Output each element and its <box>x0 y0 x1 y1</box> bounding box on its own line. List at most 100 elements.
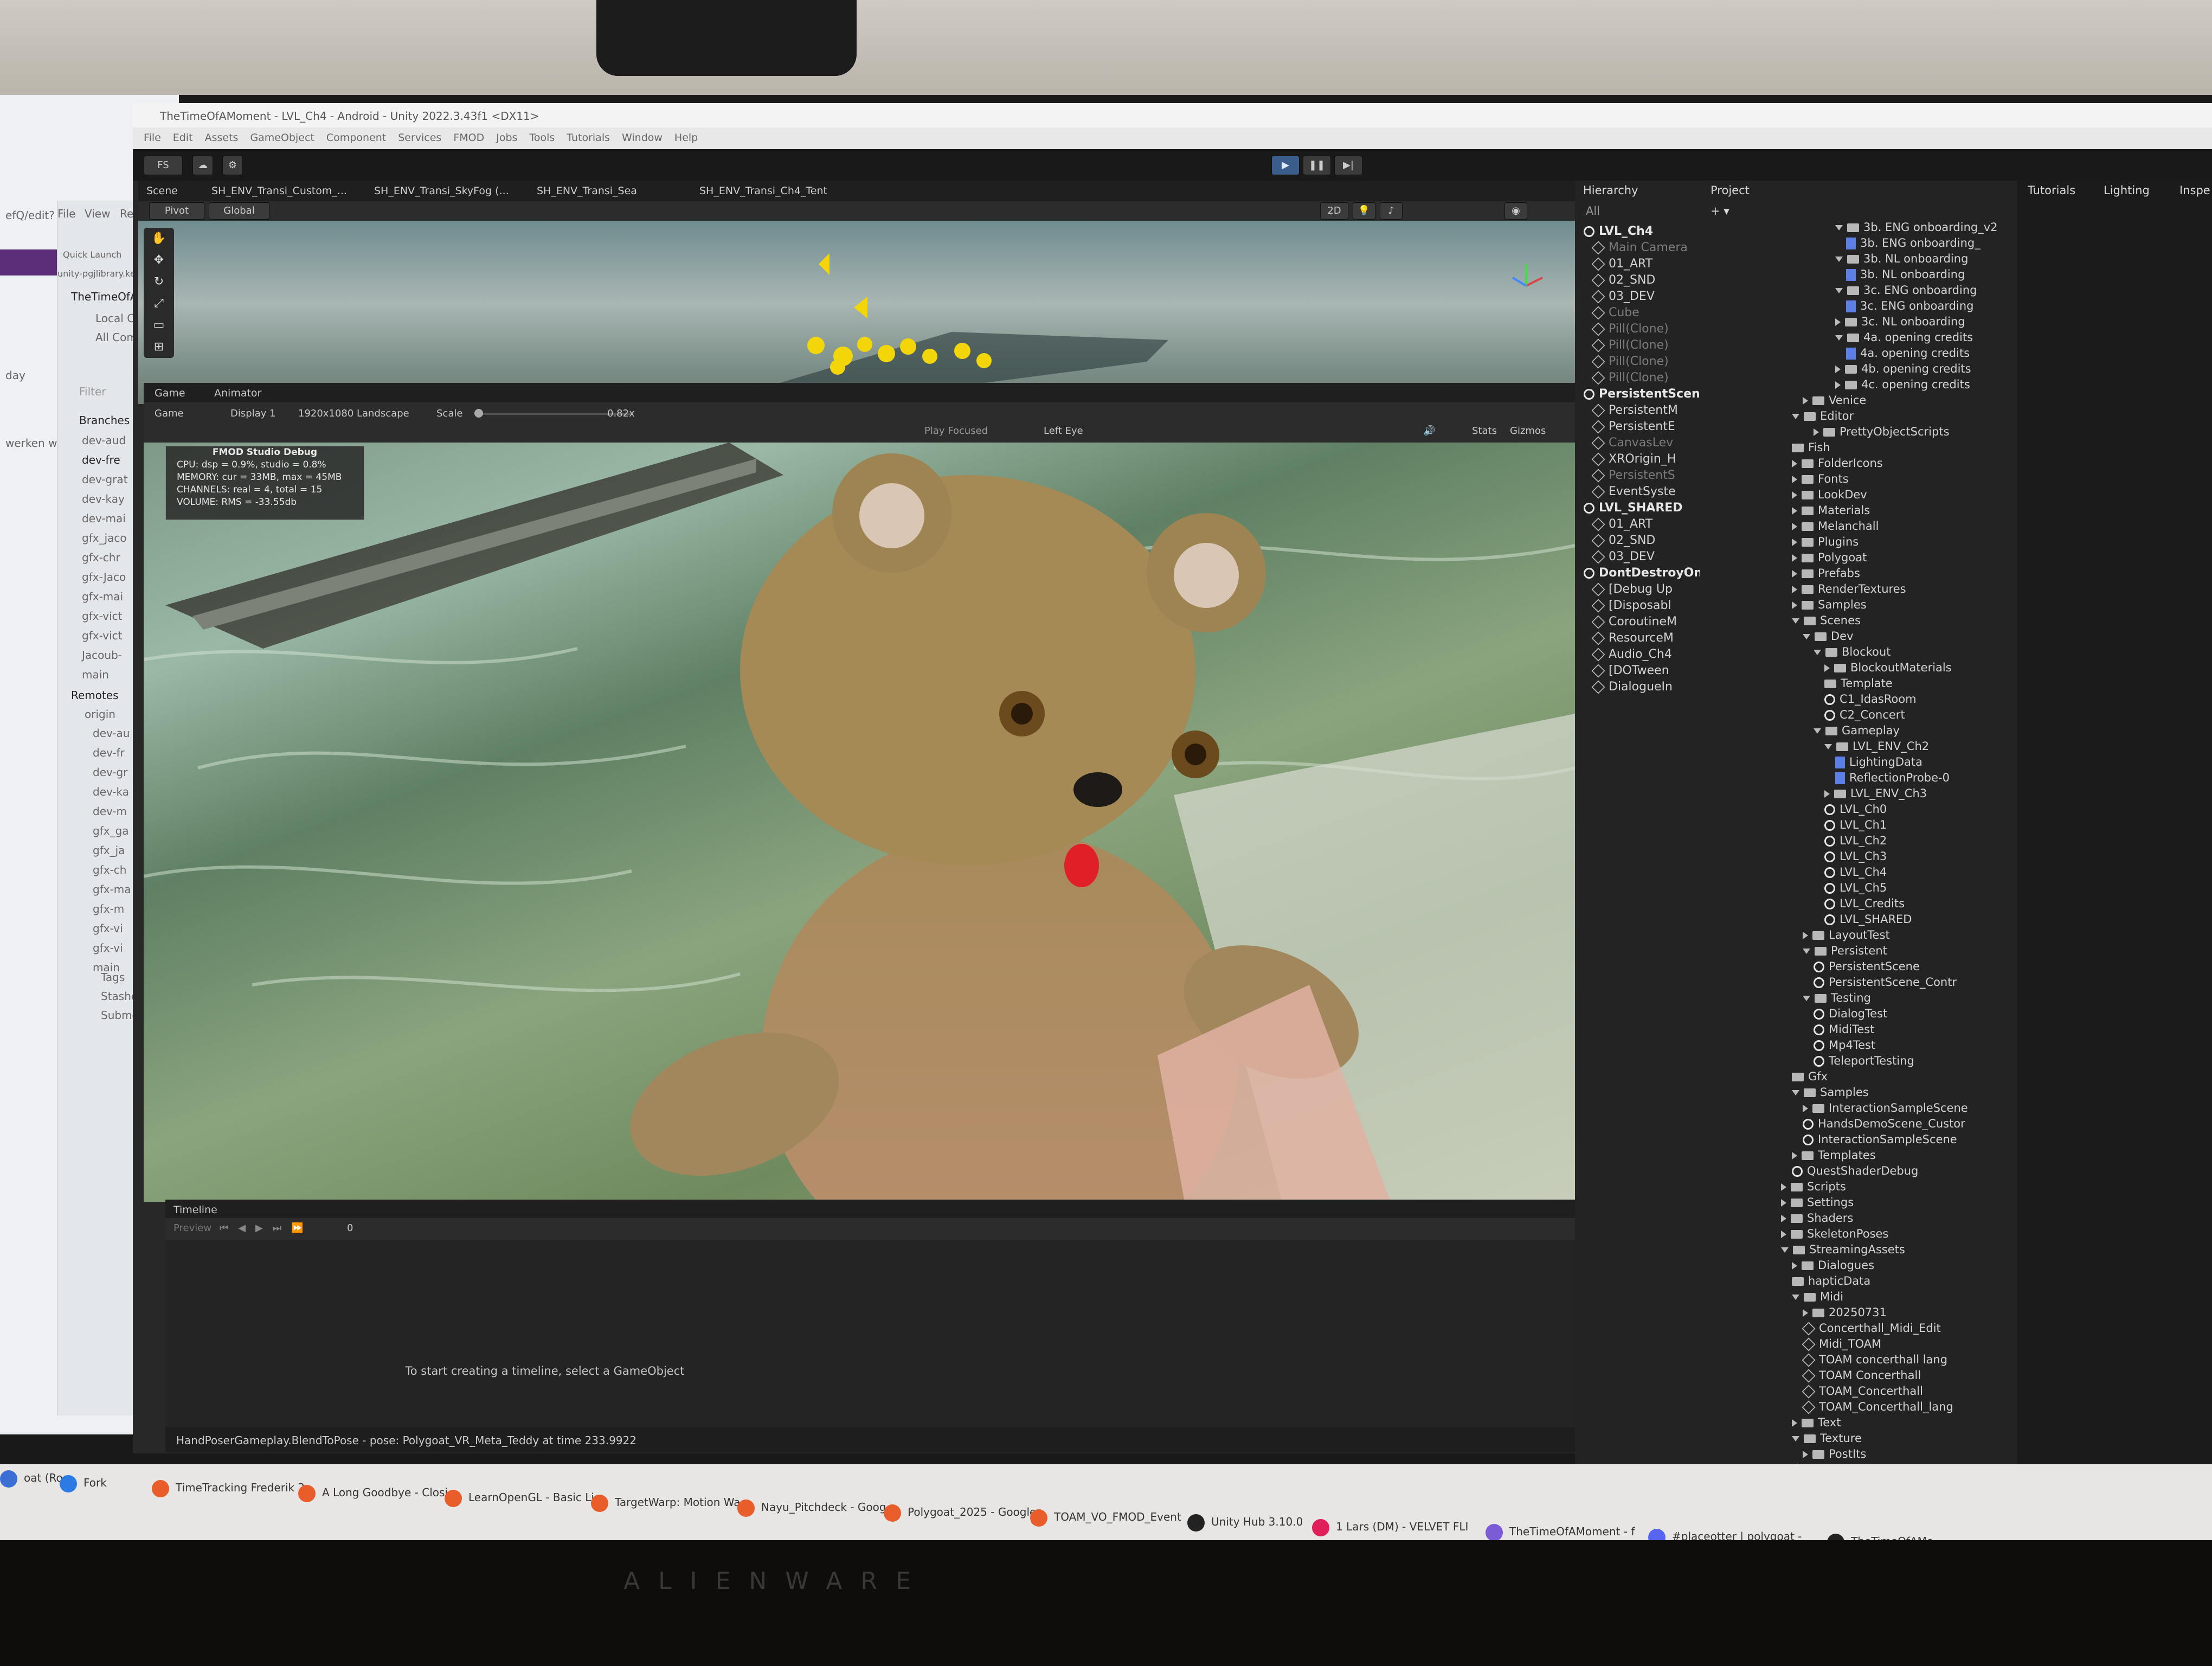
fork-remote-branch-item[interactable]: dev-m <box>93 805 127 818</box>
project-item[interactable]: LVL_Ch5 <box>1824 880 1887 895</box>
project-item[interactable]: LVL_Ch4 <box>1824 864 1887 880</box>
fork-remote-origin[interactable]: origin <box>85 708 115 721</box>
hierarchy-object-item[interactable]: Pill(Clone) <box>1591 338 1669 353</box>
project-item[interactable]: LookDev <box>1792 487 1867 502</box>
project-item[interactable]: Settings <box>1781 1195 1854 1210</box>
hierarchy-object-item[interactable]: Main Camera <box>1591 240 1688 255</box>
collapsed-arrow-icon[interactable] <box>1803 1309 1808 1317</box>
expand-arrow-icon[interactable] <box>1835 225 1843 230</box>
hierarchy-object-item[interactable]: [DOTween <box>1591 663 1669 678</box>
fork-tags[interactable]: Tags <box>101 971 125 984</box>
hierarchy-object-item[interactable]: Pill(Clone) <box>1591 370 1669 386</box>
fork-remote-branch-item[interactable]: dev-au <box>93 727 130 740</box>
expand-arrow-icon[interactable] <box>1781 1247 1789 1253</box>
fork-branch-item[interactable]: dev-fre <box>82 453 120 466</box>
pivot-dropdown[interactable]: Pivot <box>149 202 204 220</box>
scene-tab[interactable]: SH_ENV_Transi_SkyFog (... <box>374 181 509 201</box>
project-item[interactable]: 3b. NL onboarding <box>1846 267 1965 282</box>
collapsed-arrow-icon[interactable] <box>1803 397 1808 405</box>
collapsed-arrow-icon[interactable] <box>1803 1451 1808 1458</box>
scene-tab[interactable]: SH_ENV_Transi_Sea <box>537 181 637 201</box>
menu-item-file[interactable]: File <box>144 132 161 144</box>
hierarchy-object-item[interactable]: 02_SND <box>1591 533 1655 548</box>
project-item[interactable]: RenderTextures <box>1792 581 1906 597</box>
project-item[interactable]: 3c. ENG onboarding <box>1835 283 1977 298</box>
menu-item-tutorials[interactable]: Tutorials <box>567 132 610 144</box>
timeline-preview-button[interactable]: Preview <box>173 1222 211 1234</box>
project-item[interactable]: 3c. ENG onboarding <box>1846 298 1973 313</box>
project-item[interactable]: Materials <box>1792 503 1870 518</box>
taskbar-item[interactable]: Nayu_Pitchdeck - Goog <box>737 1494 886 1521</box>
hierarchy-object-item[interactable]: DialogueIn <box>1591 680 1673 695</box>
hierarchy-scene-item[interactable]: PersistentScene <box>1584 387 1700 402</box>
project-item[interactable]: Fonts <box>1792 471 1849 486</box>
menu-item-help[interactable]: Help <box>674 132 698 144</box>
collapsed-arrow-icon[interactable] <box>1792 1152 1797 1159</box>
step-button[interactable]: ▶| <box>1334 156 1362 175</box>
fork-branch-item[interactable]: dev-grat <box>82 473 128 486</box>
hierarchy-object-item[interactable]: 03_DEV <box>1591 289 1655 304</box>
project-item[interactable]: Testing <box>1803 990 1871 1005</box>
hierarchy-object-item[interactable]: 01_ART <box>1591 517 1652 532</box>
project-item[interactable]: TOAM_Concerthall_lang <box>1802 1399 1953 1414</box>
stats-button[interactable]: Stats <box>1472 425 1497 437</box>
project-item[interactable]: Polygoat <box>1792 550 1867 565</box>
mute-audio-icon[interactable]: 🔊 <box>1423 425 1435 437</box>
scene-viewport[interactable] <box>138 221 1575 404</box>
move-tool-icon[interactable]: ✥ <box>144 249 174 271</box>
taskbar-item[interactable]: Polygoat_2025 - Google <box>884 1498 1036 1526</box>
expand-arrow-icon[interactable] <box>1792 1436 1799 1441</box>
menu-item-component[interactable]: Component <box>326 132 386 144</box>
fork-branch-item[interactable]: main <box>82 668 109 681</box>
project-item[interactable]: Blockout <box>1814 644 1891 659</box>
tab-hierarchy[interactable]: Hierarchy <box>1583 181 1638 200</box>
project-item[interactable]: TeleportTesting <box>1814 1053 1914 1068</box>
collapsed-arrow-icon[interactable] <box>1792 570 1797 578</box>
project-item[interactable]: BlockoutMaterials <box>1824 660 1952 675</box>
project-item[interactable]: Samples <box>1792 597 1867 612</box>
project-item[interactable]: InteractionSampleScene <box>1803 1100 1968 1116</box>
project-item[interactable]: Scripts <box>1781 1179 1846 1194</box>
project-item[interactable]: MidiTest <box>1814 1022 1874 1037</box>
hierarchy-object-item[interactable]: [Disposabl <box>1591 598 1671 613</box>
account-button[interactable]: FS <box>144 156 183 175</box>
project-item[interactable]: 3c. NL onboarding <box>1835 314 1965 329</box>
fork-remote-branch-item[interactable]: gfx_ja <box>93 844 125 857</box>
taskbar-item[interactable]: TimeTracking Frederik 2 <box>152 1474 305 1501</box>
collapsed-arrow-icon[interactable] <box>1824 790 1830 798</box>
scene-tab[interactable]: Scene <box>146 181 178 201</box>
collapsed-arrow-icon[interactable] <box>1781 1231 1786 1238</box>
play-button[interactable]: ▶ <box>1271 156 1300 175</box>
project-item[interactable]: 4a. opening credits <box>1835 330 1973 345</box>
hierarchy-object-item[interactable]: Audio_Ch4 <box>1591 647 1672 662</box>
expand-arrow-icon[interactable] <box>1803 996 1810 1001</box>
tab-timeline[interactable]: Timeline <box>173 1200 217 1220</box>
expand-arrow-icon[interactable] <box>1792 1090 1799 1095</box>
fork-menu-view[interactable]: View <box>85 207 110 220</box>
tab-lighting[interactable]: Lighting <box>2104 181 2150 200</box>
project-item[interactable]: LayoutTest <box>1803 927 1890 943</box>
hierarchy-object-item[interactable]: Cube <box>1591 305 1639 321</box>
project-item[interactable]: LVL_Ch2 <box>1824 833 1887 848</box>
menu-item-window[interactable]: Window <box>622 132 663 144</box>
collapsed-arrow-icon[interactable] <box>1792 460 1797 467</box>
add-asset-icon[interactable]: + ▾ <box>1711 201 1729 221</box>
hierarchy-object-item[interactable]: CanvasLev <box>1591 435 1673 451</box>
lighting-toggle-icon[interactable]: 💡 <box>1353 202 1375 220</box>
quick-launch-button[interactable]: Quick Launch <box>63 249 121 260</box>
project-item[interactable]: LVL_Ch0 <box>1824 802 1887 817</box>
collapsed-arrow-icon[interactable] <box>1781 1215 1786 1222</box>
project-item[interactable]: HandsDemoScene_Custor <box>1803 1116 1965 1131</box>
fork-branch-item[interactable]: gfx-vict <box>82 610 122 623</box>
collapsed-arrow-icon[interactable] <box>1792 554 1797 562</box>
collapsed-arrow-icon[interactable] <box>1792 476 1797 483</box>
hierarchy-object-item[interactable]: Pill(Clone) <box>1591 322 1669 337</box>
tab-tutorials[interactable]: Tutorials <box>2028 181 2075 200</box>
taskbar-item[interactable]: A Long Goodbye - Closi <box>298 1479 448 1506</box>
game-viewport[interactable] <box>144 443 1575 1202</box>
tab-animator[interactable]: Animator <box>214 383 261 403</box>
project-item[interactable]: Shaders <box>1781 1210 1853 1226</box>
project-item[interactable]: Samples <box>1792 1085 1869 1100</box>
menu-item-fmod[interactable]: FMOD <box>453 132 484 144</box>
project-item[interactable]: StreamingAssets <box>1781 1242 1905 1257</box>
